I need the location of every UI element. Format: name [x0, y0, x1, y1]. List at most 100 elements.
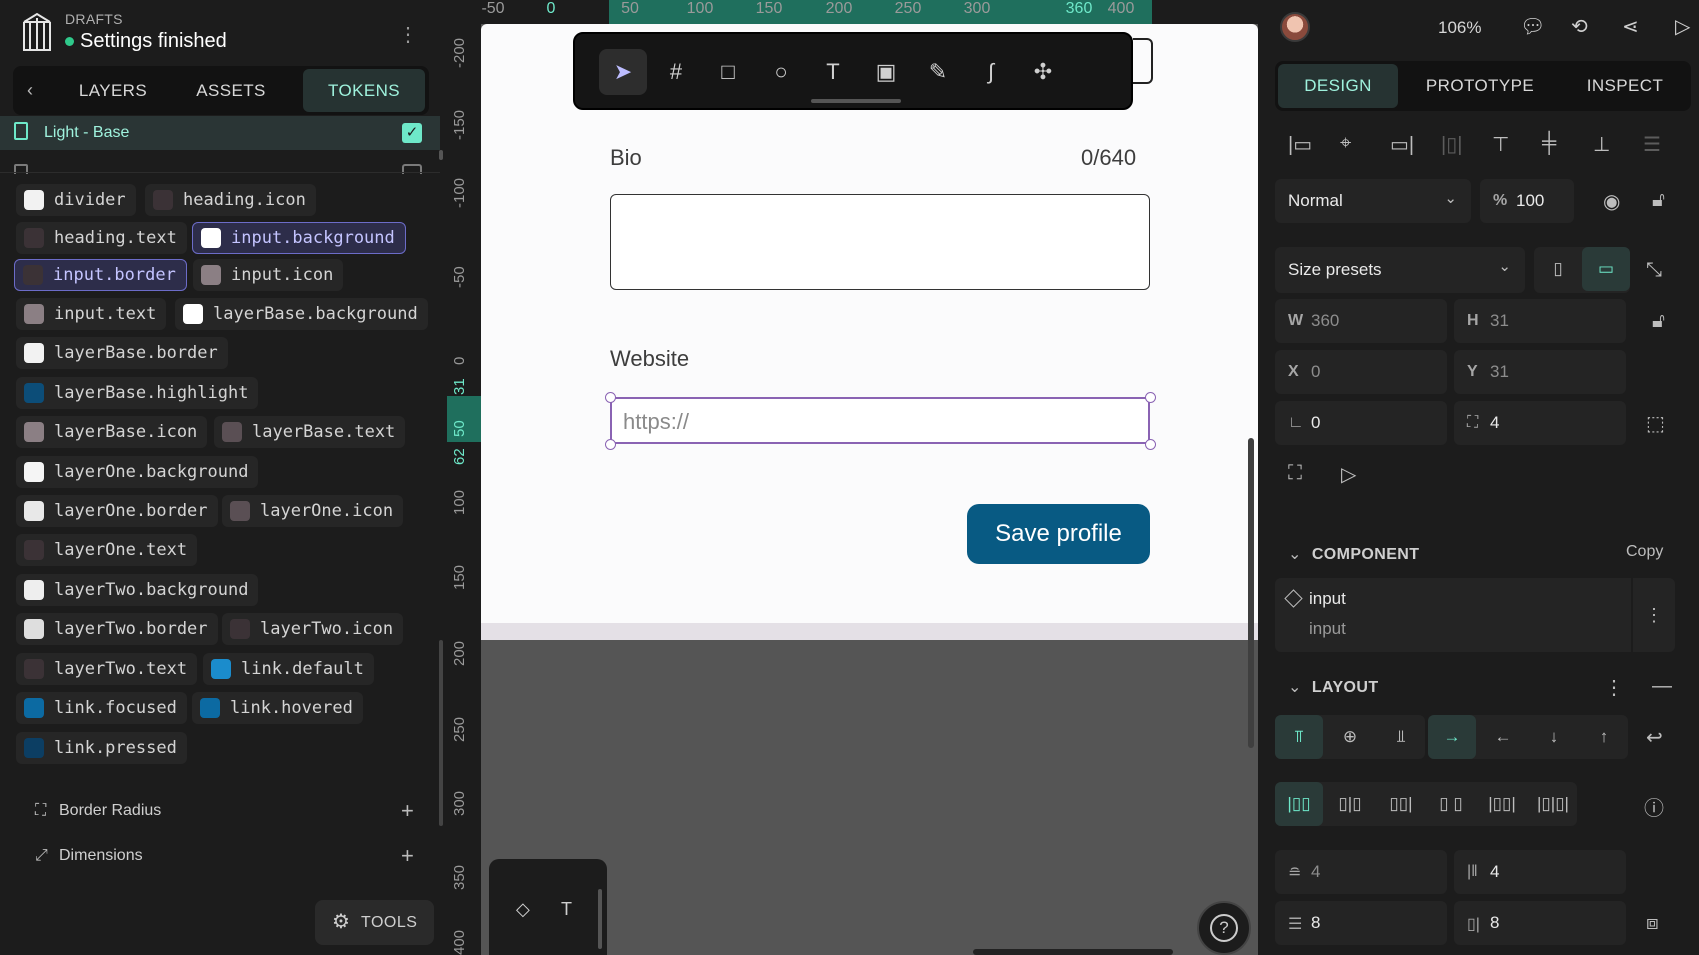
- padding-vertical-input[interactable]: ☰ 8: [1275, 901, 1447, 945]
- horizontal-scrollbar[interactable]: [973, 949, 1173, 955]
- toolbar-drag-handle[interactable]: [811, 99, 901, 103]
- layout-menu-icon[interactable]: ⋮: [1604, 675, 1624, 700]
- artboard[interactable]: Bio 0/640 Website https:// Save profile: [481, 24, 1258, 623]
- palette-resize-handle[interactable]: [598, 889, 602, 949]
- token-pill[interactable]: link.focused: [16, 692, 187, 724]
- align-bottom-icon[interactable]: ⊥: [1593, 132, 1610, 157]
- zoom-level[interactable]: 106%: [1438, 18, 1481, 38]
- token-pill[interactable]: layerTwo.text: [16, 653, 198, 685]
- plugin-icon[interactable]: ✣: [1019, 49, 1067, 95]
- penpot-logo-icon[interactable]: [18, 10, 56, 54]
- align-left-icon[interactable]: |▭: [1288, 132, 1312, 157]
- token-pill[interactable]: layerOne.background: [16, 456, 259, 488]
- align-v-center-icon[interactable]: ╪: [1542, 132, 1556, 155]
- tab-design[interactable]: DESIGN: [1278, 64, 1398, 108]
- token-pill[interactable]: layerBase.background: [175, 298, 428, 330]
- token-pill[interactable]: heading.icon: [145, 184, 316, 216]
- help-icon[interactable]: ⓘ: [1644, 792, 1664, 821]
- token-pill[interactable]: layerBase.highlight: [16, 377, 259, 409]
- save-profile-button[interactable]: Save profile: [967, 504, 1150, 564]
- token-pill[interactable]: input.text: [16, 298, 167, 330]
- token-pill[interactable]: layerTwo.icon: [222, 613, 404, 645]
- tab-layers[interactable]: LAYERS: [58, 66, 168, 115]
- scrollbar[interactable]: [439, 150, 443, 160]
- chevron-left-icon[interactable]: ‹: [27, 80, 33, 101]
- opacity-input[interactable]: % 100: [1480, 179, 1574, 223]
- bio-textarea[interactable]: [610, 194, 1150, 290]
- copy-button[interactable]: Copy: [1626, 543, 1663, 561]
- y-input[interactable]: Y 31: [1454, 350, 1626, 394]
- share-icon[interactable]: ⋖: [1622, 14, 1639, 39]
- arrow-up-icon[interactable]: ↑: [1580, 715, 1628, 759]
- avatar[interactable]: [1280, 12, 1310, 42]
- distribute-h-icon[interactable]: |▯|: [1441, 132, 1462, 157]
- resize-handle[interactable]: [1145, 392, 1156, 403]
- justify-center-icon[interactable]: ▯|▯: [1326, 782, 1374, 826]
- typography-icon[interactable]: T: [561, 899, 572, 920]
- section-border-radius[interactable]: ⛶ Border Radius: [35, 802, 161, 820]
- token-pill[interactable]: layerOne.border: [16, 495, 218, 527]
- token-set-row-2[interactable]: [0, 150, 440, 174]
- pointer-icon[interactable]: ➤: [599, 49, 647, 95]
- wrap-icon[interactable]: ↩: [1646, 725, 1663, 750]
- canvas[interactable]: Bio 0/640 Website https:// Save profile …: [481, 24, 1258, 955]
- arrow-down-icon[interactable]: ↓: [1530, 715, 1578, 759]
- tab-prototype[interactable]: PROTOTYPE: [1405, 61, 1555, 111]
- token-pill[interactable]: layerBase.text: [214, 416, 406, 448]
- image-icon[interactable]: ▣: [862, 49, 910, 95]
- radius-input[interactable]: ⛶ 4: [1454, 401, 1626, 445]
- blend-mode-select[interactable]: Normal ⌄: [1275, 179, 1471, 223]
- section-dimensions[interactable]: ⤢ Dimensions: [35, 847, 143, 865]
- clip-content-icon[interactable]: ⛶: [1288, 462, 1302, 485]
- canvas-scrollbar[interactable]: [1248, 438, 1254, 748]
- justify-space-evenly-icon[interactable]: |▯|▯|: [1529, 782, 1577, 826]
- component-section-title[interactable]: ⌄ COMPONENT: [1288, 544, 1419, 564]
- width-input[interactable]: W 360: [1275, 299, 1447, 343]
- token-pill[interactable]: link.default: [203, 653, 374, 685]
- token-set-row[interactable]: Light - Base ✓: [0, 116, 440, 150]
- token-pill[interactable]: layerTwo.border: [16, 613, 218, 645]
- token-pill[interactable]: layerBase.border: [16, 337, 228, 369]
- component-card[interactable]: input input: [1275, 578, 1631, 652]
- size-presets-select[interactable]: Size presets ⌄: [1275, 247, 1525, 293]
- token-set-checkbox[interactable]: ✓: [402, 123, 422, 143]
- tools-button[interactable]: ⚙ TOOLS: [315, 900, 434, 945]
- board-icon[interactable]: #: [652, 49, 700, 95]
- token-pill[interactable]: heading.text: [16, 222, 187, 254]
- justify-end-icon[interactable]: ▯▯|: [1377, 782, 1425, 826]
- tab-tokens[interactable]: TOKENS: [303, 69, 425, 112]
- justify-start-icon[interactable]: |▯▯: [1275, 782, 1323, 826]
- add-border-radius-button[interactable]: +: [401, 798, 414, 824]
- token-pill[interactable]: layerTwo.background: [16, 574, 259, 606]
- show-in-view-mode-icon[interactable]: ▷: [1341, 462, 1356, 487]
- lock-icon[interactable]: 🔓︎: [1652, 189, 1665, 212]
- column-gap-input[interactable]: |‖ 4: [1454, 850, 1626, 894]
- token-pill[interactable]: layerOne.icon: [222, 495, 404, 527]
- color-palette-icon[interactable]: ◇: [516, 899, 530, 920]
- resize-handle[interactable]: [1145, 439, 1156, 450]
- align-items-start-icon[interactable]: ⫪: [1275, 715, 1323, 759]
- help-button[interactable]: ?: [1197, 901, 1251, 955]
- independent-corners-icon[interactable]: ⬚: [1646, 411, 1665, 436]
- rotation-input[interactable]: ∟ 0: [1275, 401, 1447, 445]
- justify-space-between-icon[interactable]: ▯ ▯: [1427, 782, 1475, 826]
- row-gap-input[interactable]: ≘ 4: [1275, 850, 1447, 894]
- independent-padding-icon[interactable]: ⧈: [1646, 912, 1659, 935]
- history-icon[interactable]: ⟲: [1571, 14, 1588, 39]
- proportion-lock-icon[interactable]: 🔓︎: [1652, 310, 1665, 333]
- align-h-center-icon[interactable]: ⌖: [1340, 132, 1351, 155]
- arrow-right-icon[interactable]: →: [1428, 715, 1476, 759]
- align-items-center-icon[interactable]: ⊕: [1326, 715, 1374, 759]
- resize-handle[interactable]: [605, 439, 616, 450]
- landscape-icon[interactable]: ▭: [1582, 247, 1630, 291]
- token-pill[interactable]: layerBase.icon: [16, 416, 208, 448]
- token-pill[interactable]: input.border: [14, 259, 187, 291]
- text-icon[interactable]: T: [809, 49, 857, 95]
- padding-horizontal-input[interactable]: ▯| 8: [1454, 901, 1626, 945]
- scrollbar[interactable]: [439, 640, 443, 826]
- path-icon[interactable]: ∫: [967, 49, 1015, 95]
- remove-layout-icon[interactable]: —: [1652, 675, 1672, 698]
- token-pill[interactable]: input.icon: [193, 259, 344, 291]
- token-pill[interactable]: layerOne.text: [16, 534, 198, 566]
- component-menu-icon[interactable]: ⋮: [1633, 578, 1675, 652]
